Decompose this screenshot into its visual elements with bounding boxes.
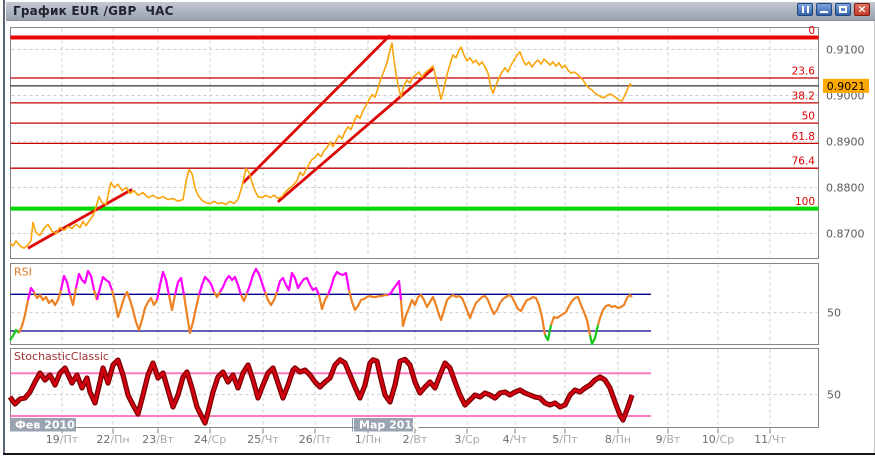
- date-label: 2/Вт: [403, 433, 428, 446]
- month-badge-label: Мар 2010: [359, 419, 420, 432]
- fib-label-100: 100: [795, 196, 815, 208]
- fib-label-38.2: 38.2: [792, 90, 815, 102]
- stoch-mid-label: 50: [827, 389, 841, 402]
- window-title: График EUR /GBP ЧАС: [13, 4, 174, 18]
- date-label: 8/Пн: [605, 433, 631, 446]
- date-label: 1/Пн: [355, 433, 381, 446]
- price-axis-label: 0.8700: [826, 228, 865, 241]
- fib-label-76.4: 76.4: [792, 156, 816, 168]
- maximize-icon: [839, 6, 847, 13]
- current-price-value: 0.9021: [827, 80, 866, 93]
- date-label: 22/Пн: [96, 433, 129, 446]
- price-axis-label: 0.9100: [826, 44, 865, 57]
- close-icon: ×: [857, 2, 867, 16]
- window-titlebar[interactable]: График EUR /GBP ЧАС: [6, 2, 875, 21]
- fib-label-0: 0: [808, 25, 815, 37]
- month-badge-label: Фев 2010: [15, 419, 75, 432]
- chart-canvas[interactable]: 0 23.6 38.2 50 61.8 76.4 100 RSI StochasticClass…: [0, 0, 875, 458]
- date-label: 10/Ср: [702, 433, 734, 446]
- window-controls: ×: [797, 3, 870, 16]
- date-label: 5/Пт: [552, 433, 578, 446]
- rsi-panel-label: RSI: [14, 266, 32, 279]
- date-label: 3/Ср: [454, 433, 479, 446]
- date-label: 9/Вт: [656, 433, 681, 446]
- minimize-icon: [820, 11, 828, 13]
- date-label: 24/Ср: [194, 433, 226, 446]
- price-axis-label: 0.8800: [826, 182, 865, 195]
- fib-label-23.6: 23.6: [792, 66, 816, 78]
- date-label: 25/Чт: [247, 433, 279, 446]
- date-label: 19/Пт: [46, 433, 79, 446]
- collapse-icon: [801, 6, 809, 13]
- stoch-panel-label: StochasticClassic: [14, 350, 109, 363]
- maximize-button[interactable]: [835, 3, 851, 16]
- date-label: 23/Вт: [142, 433, 174, 446]
- date-label: 26/Пт: [299, 433, 332, 446]
- minimize-button[interactable]: [816, 3, 832, 16]
- rsi-mid-label: 50: [827, 307, 841, 320]
- fib-label-50: 50: [802, 111, 815, 123]
- close-button[interactable]: ×: [854, 3, 870, 16]
- fib-label-61.8: 61.8: [792, 131, 815, 143]
- date-label: 4/Чт: [503, 433, 528, 446]
- collapse-button[interactable]: [797, 3, 813, 16]
- date-label: 11/Чт: [754, 433, 786, 446]
- price-axis-label: 0.8900: [826, 136, 865, 149]
